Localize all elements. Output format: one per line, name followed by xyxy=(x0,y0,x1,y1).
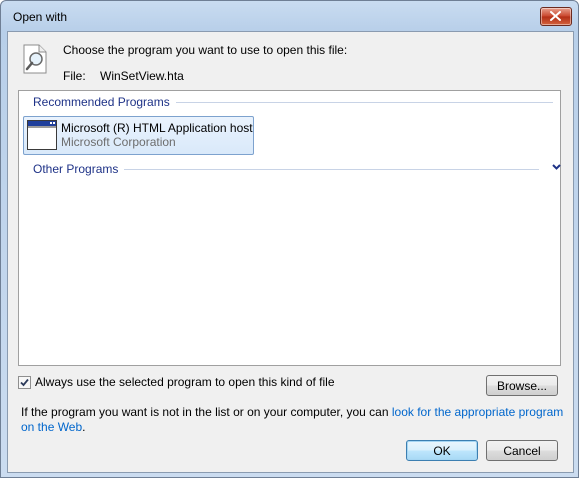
document-magnifier-icon xyxy=(23,44,47,74)
group-divider xyxy=(175,101,553,103)
other-programs-header[interactable]: Other Programs xyxy=(33,161,561,177)
ok-button[interactable]: OK xyxy=(406,440,478,461)
chevron-down-icon[interactable] xyxy=(552,163,561,171)
file-label: File: xyxy=(63,69,86,83)
program-name: Microsoft (R) HTML Application host xyxy=(61,121,253,135)
window-title: Open with xyxy=(13,10,68,24)
open-with-dialog: Open with Choose the program you want to… xyxy=(0,0,579,478)
always-use-label: Always use the selected program to open … xyxy=(35,375,335,389)
checkmark-icon xyxy=(20,378,29,386)
recommended-programs-label: Recommended Programs xyxy=(33,95,170,109)
browse-button[interactable]: Browse... xyxy=(486,375,558,396)
dialog-body: Choose the program you want to use to op… xyxy=(7,31,574,473)
help-text-suffix: . xyxy=(82,420,86,434)
title-bar[interactable]: Open with xyxy=(1,1,578,31)
always-use-option[interactable]: Always use the selected program to open … xyxy=(18,375,335,389)
file-name: WinSetView.hta xyxy=(100,69,184,83)
help-text: If the program you want is not in the li… xyxy=(21,405,566,435)
close-button[interactable] xyxy=(540,7,572,26)
always-use-checkbox[interactable] xyxy=(18,375,31,389)
cancel-button[interactable]: Cancel xyxy=(486,440,558,461)
close-icon xyxy=(550,11,561,21)
prompt-text: Choose the program you want to use to op… xyxy=(63,43,348,57)
group-divider xyxy=(124,168,539,170)
program-company: Microsoft Corporation xyxy=(61,135,176,149)
help-text-body: If the program you want is not in the li… xyxy=(21,405,392,419)
application-window-icon xyxy=(27,120,57,150)
other-programs-label: Other Programs xyxy=(33,162,119,176)
program-item-mshta[interactable]: Microsoft (R) HTML Application host Micr… xyxy=(23,116,254,155)
recommended-programs-header[interactable]: Recommended Programs xyxy=(33,94,553,110)
program-list[interactable]: Recommended Programs Microsoft (R) HTML … xyxy=(18,90,561,366)
